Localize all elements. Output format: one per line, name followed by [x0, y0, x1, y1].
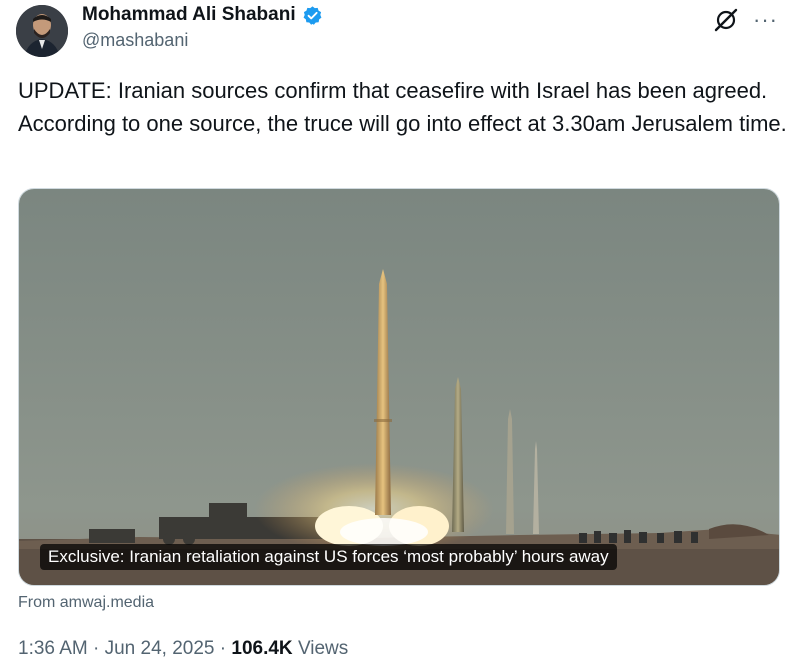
tweet-meta: 1:36 AM · Jun 24, 2025 · 106.4K Views — [18, 638, 348, 660]
avatar[interactable] — [16, 5, 68, 57]
tweet-time[interactable]: 1:36 AM — [18, 638, 88, 659]
author-name[interactable]: Mohammad Ali Shabani — [82, 4, 296, 26]
author-block: Mohammad Ali Shabani @mashabani — [82, 4, 323, 51]
meta-separator: · — [93, 638, 100, 659]
views-label: Views — [297, 638, 349, 659]
verified-badge-icon — [302, 5, 323, 26]
missile-launch-image — [19, 189, 779, 585]
media-card[interactable]: Exclusive: Iranian retaliation against U… — [18, 188, 780, 586]
author-handle[interactable]: @mashabani — [82, 30, 323, 51]
tweet-actions-top: ··· — [713, 7, 778, 33]
media-source[interactable]: From amwaj.media — [18, 594, 154, 612]
meta-separator: · — [219, 638, 227, 659]
tweet-date[interactable]: Jun 24, 2025 — [105, 638, 215, 659]
grok-icon[interactable] — [713, 7, 739, 33]
views-count: 106.4K — [231, 638, 293, 659]
more-icon[interactable]: ··· — [753, 9, 778, 31]
media-caption: Exclusive: Iranian retaliation against U… — [40, 544, 617, 570]
tweet-text: UPDATE: Iranian sources confirm that cea… — [18, 78, 787, 136]
